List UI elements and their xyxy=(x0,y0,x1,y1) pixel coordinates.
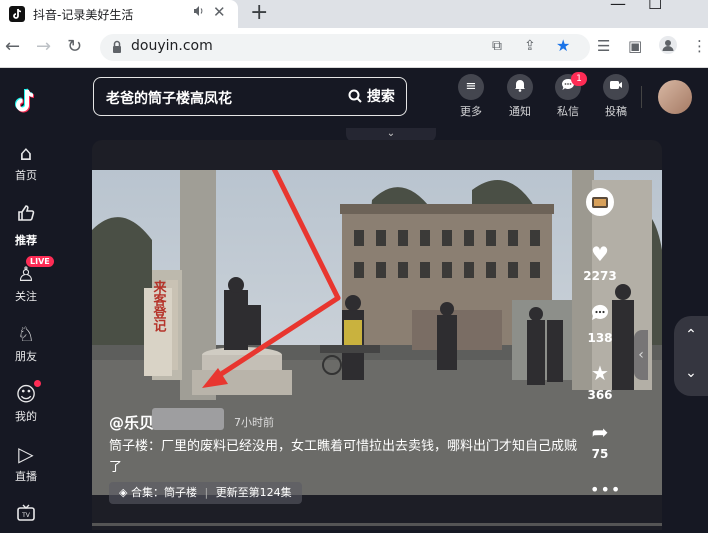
avatar[interactable] xyxy=(658,80,692,114)
user-icon: ☺ xyxy=(15,382,37,406)
share-count: 75 xyxy=(591,447,609,461)
search-box[interactable]: 老爸的筒子楼高凤花 搜索 xyxy=(93,77,407,116)
share-icon[interactable]: ⇪ xyxy=(524,38,536,54)
tab-title: 抖音-记录美好生活 xyxy=(33,8,134,22)
collection-label: 合集：筒子楼 xyxy=(130,486,197,499)
comment-count: 138 xyxy=(587,331,613,345)
collection-separator: | xyxy=(204,486,209,499)
video-description: 筒子楼：厂里的废料已经没用，女工瞧着可惜拉出去卖钱，哪料出门才知自己成贼了 xyxy=(109,439,578,475)
sidebar-item-home[interactable]: ⌂ 首页 xyxy=(0,142,52,183)
sidebar-item-live[interactable]: ▷ 直播 xyxy=(0,443,52,484)
chevron-left-icon: ‹ xyxy=(638,347,644,363)
favorite-count: 366 xyxy=(587,388,613,402)
sidebar-item-label: 推荐 xyxy=(15,234,37,247)
heart-icon: ♥ xyxy=(591,242,609,266)
comment-button[interactable]: 138 xyxy=(582,303,618,345)
browser-toolbar: ← → ↻ douyin.com ⧉ ⇪ ★ ☰ ▣ ⋮ xyxy=(0,28,708,68)
more-options-icon[interactable]: ••• xyxy=(590,480,621,499)
chevron-down-icon[interactable]: ⌄ xyxy=(674,354,708,392)
side-arrow-button[interactable]: ‹ xyxy=(634,330,648,380)
profile-icon[interactable] xyxy=(659,36,677,54)
search-button[interactable]: 搜索 xyxy=(348,86,395,106)
author-avatar[interactable] xyxy=(586,188,614,216)
sidebar-item-recommend[interactable]: 推荐 xyxy=(0,203,52,248)
message-badge: 1 xyxy=(571,72,587,86)
tv-icon: TV xyxy=(0,503,52,527)
collection-icon: ◈ xyxy=(119,486,128,499)
lock-icon xyxy=(112,39,122,53)
open-in-app-icon[interactable]: ⧉ xyxy=(492,38,502,54)
sidebar-item-tv[interactable]: TV xyxy=(0,503,52,527)
reload-icon[interactable]: ↻ xyxy=(67,36,82,57)
speaker-icon[interactable] xyxy=(193,5,205,20)
bookmark-star-icon[interactable]: ★ xyxy=(556,36,570,55)
share-button[interactable]: ➦ 75 xyxy=(582,421,618,461)
header-notifications[interactable]: 通知 xyxy=(503,74,537,119)
search-input[interactable]: 老爸的筒子楼高凤花 xyxy=(106,88,232,108)
menu-icon[interactable]: ⋮ xyxy=(692,37,707,55)
home-icon: ⌂ xyxy=(19,141,33,165)
header-upload[interactable]: 投稿 xyxy=(599,74,633,119)
sidebar-item-label: 朋友 xyxy=(15,350,37,363)
sidebar-item-follow[interactable]: ♙ 关注 xyxy=(0,263,52,304)
follow-icon: ♙ xyxy=(17,262,35,286)
upload-icon xyxy=(603,74,629,100)
new-tab-button[interactable]: + xyxy=(250,0,268,25)
chevron-up-icon[interactable]: ⌃ xyxy=(674,316,708,354)
address-bar[interactable]: douyin.com ⧉ ⇪ ★ xyxy=(100,34,590,61)
sidebar-item-label: 关注 xyxy=(15,290,37,303)
like-button[interactable]: ♥ 2273 xyxy=(582,243,618,283)
search-button-label: 搜索 xyxy=(366,89,395,105)
forward-icon[interactable]: → xyxy=(36,36,51,57)
sidebar-item-label: 直播 xyxy=(15,470,37,483)
sidebar-item-friends[interactable]: ♘ 朋友 xyxy=(0,323,52,364)
minimize-icon[interactable]: — xyxy=(610,0,626,13)
url-text[interactable]: douyin.com xyxy=(131,38,213,54)
video-author[interactable]: @乐贝 xyxy=(109,412,154,433)
douyin-logo-icon[interactable] xyxy=(11,86,41,116)
header-divider xyxy=(641,86,642,108)
douyin-favicon-icon xyxy=(9,6,25,22)
video-posted-time: 7小时前 xyxy=(234,416,274,429)
thumbs-up-icon xyxy=(0,203,52,229)
video-progress-bar[interactable] xyxy=(92,523,662,526)
favorite-button[interactable]: ★ 366 xyxy=(582,362,618,402)
notification-dot xyxy=(34,380,41,387)
header-item-label: 私信 xyxy=(557,105,579,118)
header-item-label: 投稿 xyxy=(605,105,627,118)
maximize-icon[interactable]: ☐ xyxy=(648,0,662,13)
header-more[interactable]: ≡ 更多 xyxy=(454,74,488,119)
bell-icon xyxy=(507,74,533,100)
star-icon: ★ xyxy=(591,361,609,385)
more-icon: ≡ xyxy=(458,74,484,100)
back-icon[interactable]: ← xyxy=(5,36,20,57)
sign-text: 来客登记 xyxy=(151,279,168,333)
author-name-blur xyxy=(152,408,224,430)
sidebar-item-label: 我的 xyxy=(15,410,37,423)
svg-text:TV: TV xyxy=(21,512,31,519)
header-item-label: 更多 xyxy=(460,105,482,118)
sidebar-item-mine[interactable]: ☺ 我的 xyxy=(0,383,52,424)
like-count: 2273 xyxy=(583,269,617,283)
collection-tag[interactable]: ◈ 合集：筒子楼 | 更新至第124集 xyxy=(109,482,302,504)
side-panel-icon[interactable]: ▣ xyxy=(628,37,642,55)
search-icon xyxy=(348,89,367,105)
friends-icon: ♘ xyxy=(17,322,35,346)
collection-update: 更新至第124集 xyxy=(215,486,292,499)
share-arrow-icon: ➦ xyxy=(591,420,609,444)
sidebar-item-label: 首页 xyxy=(15,169,37,182)
browser-tab[interactable]: 抖音-记录美好生活 ✕ xyxy=(0,0,238,28)
comment-icon xyxy=(582,303,618,327)
browser-tab-strip: 抖音-记录美好生活 ✕ + — ☐ xyxy=(0,0,708,28)
live-icon: ▷ xyxy=(18,442,34,466)
header-item-label: 通知 xyxy=(509,105,531,118)
tab-close-icon[interactable]: ✕ xyxy=(213,3,226,21)
video-pager: ⌃ ⌄ xyxy=(674,316,708,396)
media-queue-icon[interactable]: ☰ xyxy=(597,37,610,55)
